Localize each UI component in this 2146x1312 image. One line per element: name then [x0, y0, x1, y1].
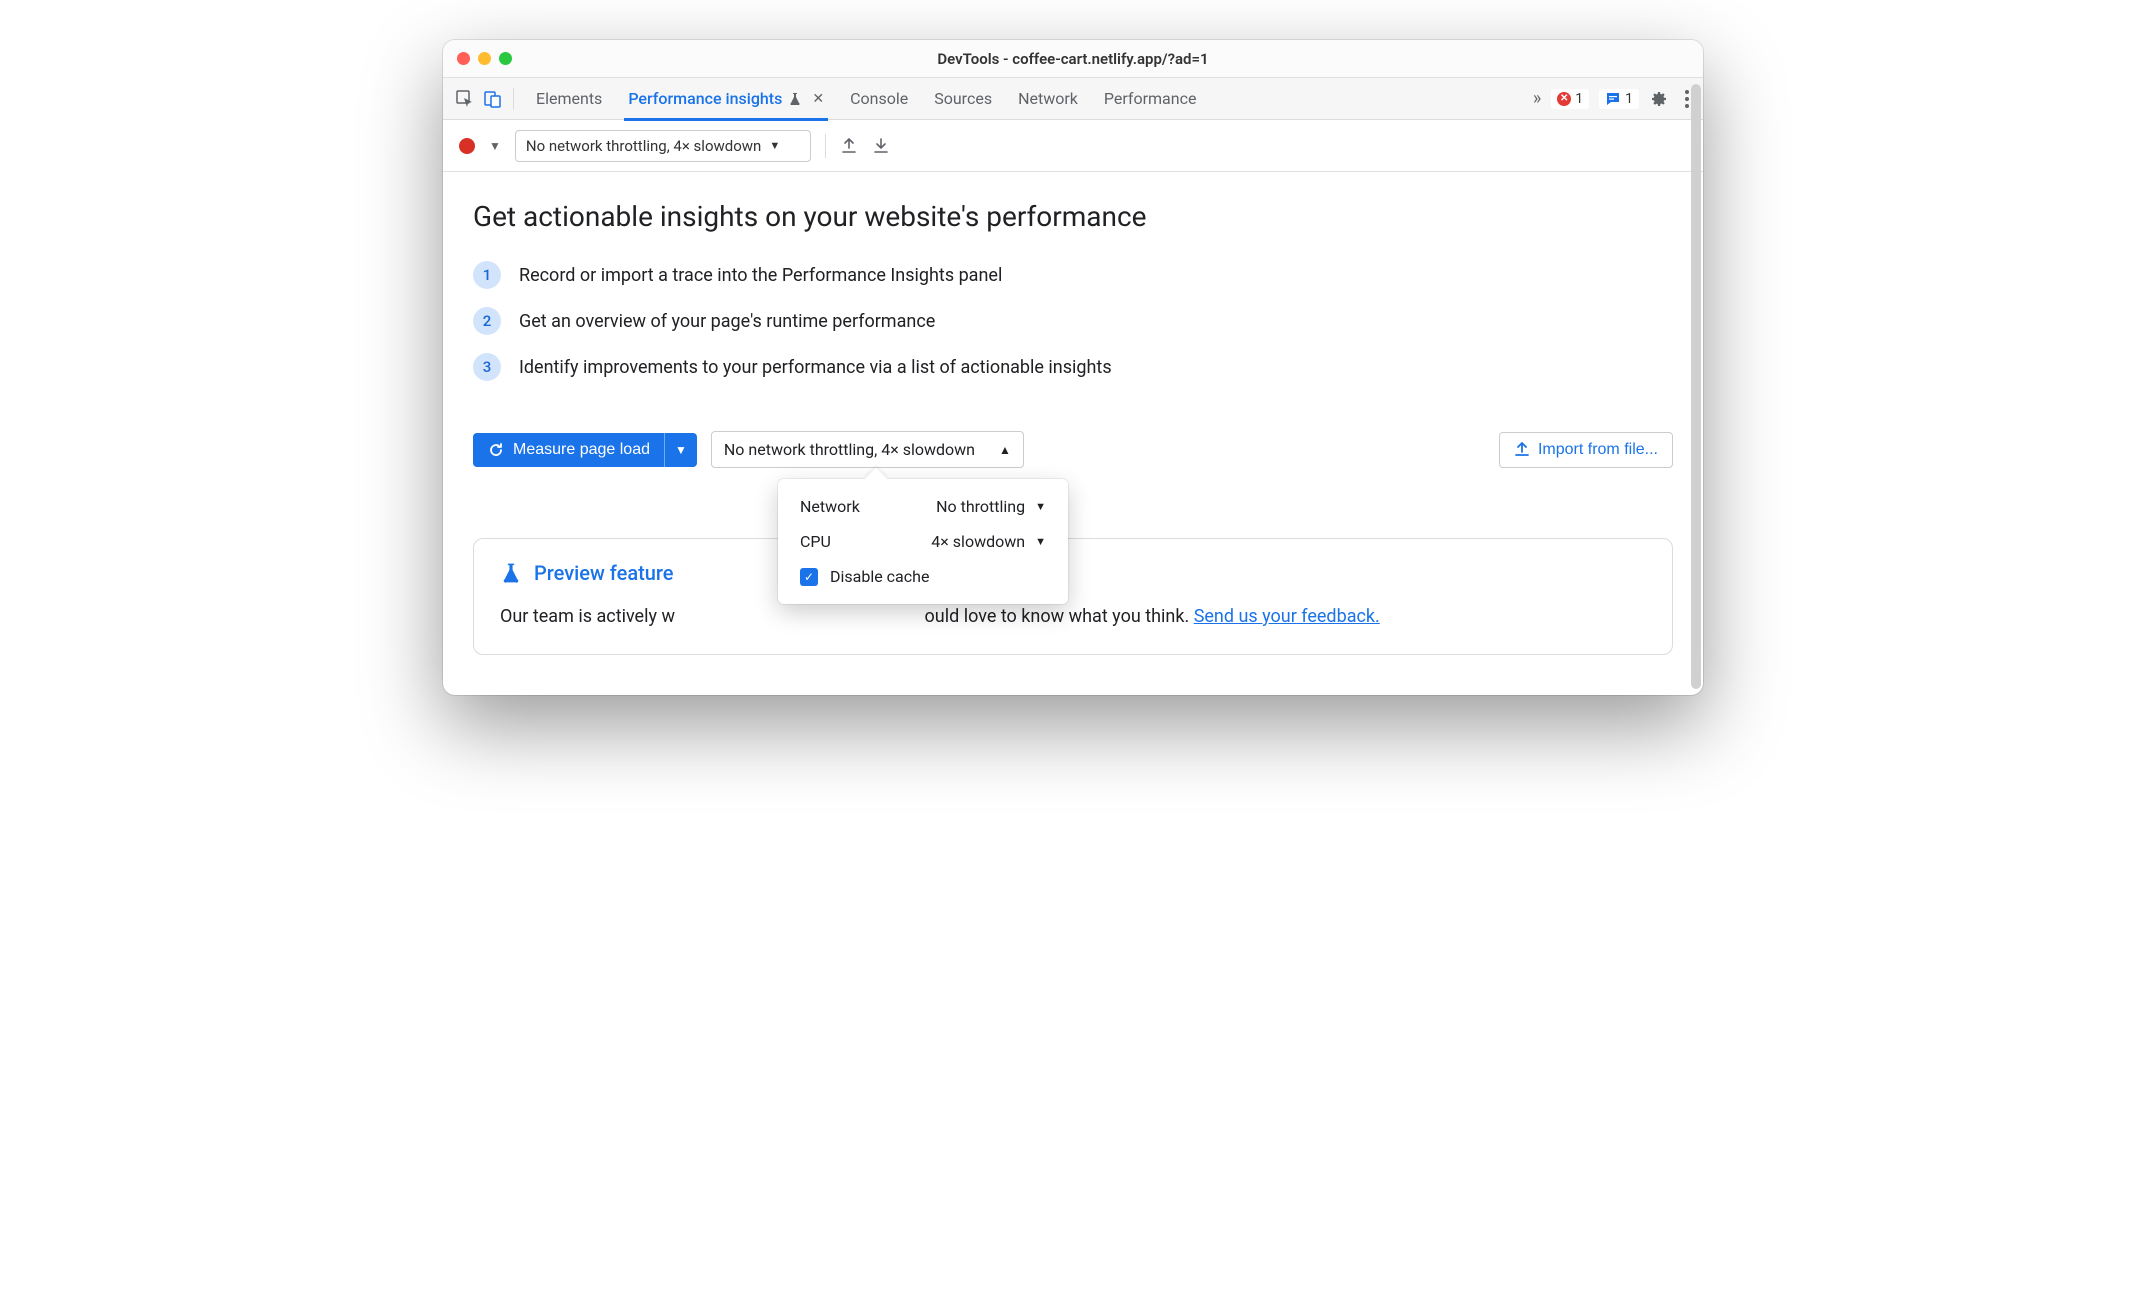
error-count: 1 [1575, 91, 1583, 107]
devtools-window: DevTools - coffee-cart.netlify.app/?ad=1… [443, 40, 1703, 695]
error-icon: ✕ [1557, 92, 1571, 106]
window-controls [443, 52, 512, 65]
flask-icon [500, 562, 522, 584]
errors-badge[interactable]: ✕ 1 [1551, 89, 1589, 109]
throttling-dropdown-2[interactable]: No network throttling, 4× slowdown ▲ [711, 431, 1024, 468]
inspect-element-icon[interactable] [451, 85, 479, 113]
preview-text: Our team is actively working on this fea… [500, 603, 1646, 632]
preview-title: Preview feature [534, 561, 673, 585]
preview-text-after: ould love to know what you think. [925, 606, 1194, 627]
insights-toolbar: ▼ No network throttling, 4× slowdown ▼ [443, 120, 1703, 172]
tab-label: Performance insights [628, 89, 782, 108]
popover-network-row: Network No throttling ▼ [800, 497, 1046, 516]
record-button[interactable] [459, 138, 475, 154]
page-headline: Get actionable insights on your website'… [473, 200, 1673, 233]
cpu-value: 4× slowdown [931, 532, 1025, 551]
step-item: 3 Identify improvements to your performa… [473, 353, 1673, 381]
export-icon[interactable] [840, 137, 858, 155]
close-window-button[interactable] [457, 52, 470, 65]
messages-badge[interactable]: 1 [1599, 89, 1639, 109]
throttling-label-2: No network throttling, 4× slowdown [724, 440, 975, 459]
close-tab-icon[interactable]: ✕ [812, 91, 824, 107]
feedback-link[interactable]: Send us your feedback. [1194, 606, 1380, 627]
disable-cache-row: ✓ Disable cache [800, 567, 1046, 586]
step-number: 1 [473, 261, 501, 289]
step-text: Record or import a trace into the Perfor… [519, 265, 1002, 286]
settings-icon[interactable] [1649, 89, 1669, 109]
throttling-label: No network throttling, 4× slowdown [526, 137, 761, 155]
record-dropdown[interactable]: ▼ [489, 139, 501, 153]
scrollbar[interactable] [1691, 84, 1701, 689]
tab-bar: Elements Performance insights ✕ Console … [443, 78, 1703, 120]
step-text: Identify improvements to your performanc… [519, 357, 1112, 378]
import-label: Import from file... [1538, 441, 1658, 459]
message-count: 1 [1625, 91, 1633, 107]
panel-tabs: Elements Performance insights ✕ Console … [536, 78, 1196, 120]
network-select[interactable]: No throttling ▼ [936, 497, 1046, 516]
chevron-down-icon: ▼ [1035, 535, 1046, 548]
tab-sources[interactable]: Sources [934, 78, 992, 120]
import-from-file-button[interactable]: Import from file... [1499, 432, 1673, 468]
titlebar: DevTools - coffee-cart.netlify.app/?ad=1 [443, 40, 1703, 78]
panel-content: Get actionable insights on your website'… [443, 172, 1703, 695]
flask-icon [788, 92, 802, 106]
more-tabs-icon[interactable]: » [1533, 88, 1541, 109]
reload-icon [487, 441, 505, 459]
divider [513, 88, 514, 110]
measure-label: Measure page load [513, 441, 650, 459]
preview-feature-card: Preview feature Our team is actively wor… [473, 538, 1673, 655]
step-item: 1 Record or import a trace into the Perf… [473, 261, 1673, 289]
popover-cpu-row: CPU 4× slowdown ▼ [800, 532, 1046, 551]
throttling-select[interactable]: No network throttling, 4× slowdown ▼ [515, 130, 811, 162]
step-text: Get an overview of your page's runtime p… [519, 311, 935, 332]
action-row: Measure page load ▼ No network throttlin… [473, 431, 1673, 468]
chevron-up-icon: ▲ [999, 443, 1011, 457]
upload-icon [1514, 442, 1530, 458]
chevron-down-icon: ▼ [769, 139, 780, 152]
measure-page-load-button[interactable]: Measure page load [473, 433, 664, 467]
import-icon[interactable] [872, 137, 890, 155]
steps-list: 1 Record or import a trace into the Perf… [473, 261, 1673, 381]
message-icon [1605, 91, 1621, 107]
preview-header: Preview feature [500, 561, 1646, 585]
chevron-down-icon: ▼ [1035, 500, 1046, 513]
tab-performance-insights[interactable]: Performance insights ✕ [628, 78, 824, 120]
window-title: DevTools - coffee-cart.netlify.app/?ad=1 [443, 50, 1703, 68]
measure-dropdown-button[interactable]: ▼ [664, 433, 697, 467]
cpu-label: CPU [800, 532, 831, 551]
divider [825, 134, 826, 158]
preview-text-before: Our team is actively w [500, 606, 675, 627]
tab-performance[interactable]: Performance [1104, 78, 1197, 120]
device-toolbar-icon[interactable] [479, 85, 507, 113]
step-number: 3 [473, 353, 501, 381]
step-number: 2 [473, 307, 501, 335]
cpu-select[interactable]: 4× slowdown ▼ [931, 532, 1046, 551]
network-value: No throttling [936, 497, 1025, 516]
measure-split-button: Measure page load ▼ [473, 433, 697, 467]
maximize-window-button[interactable] [499, 52, 512, 65]
throttling-popover: Network No throttling ▼ CPU 4× slowdown … [778, 479, 1068, 604]
step-item: 2 Get an overview of your page's runtime… [473, 307, 1673, 335]
disable-cache-checkbox[interactable]: ✓ [800, 568, 818, 586]
tab-console[interactable]: Console [850, 78, 908, 120]
network-label: Network [800, 497, 860, 516]
tab-network[interactable]: Network [1018, 78, 1078, 120]
minimize-window-button[interactable] [478, 52, 491, 65]
tab-elements[interactable]: Elements [536, 78, 602, 120]
disable-cache-label: Disable cache [830, 567, 929, 586]
